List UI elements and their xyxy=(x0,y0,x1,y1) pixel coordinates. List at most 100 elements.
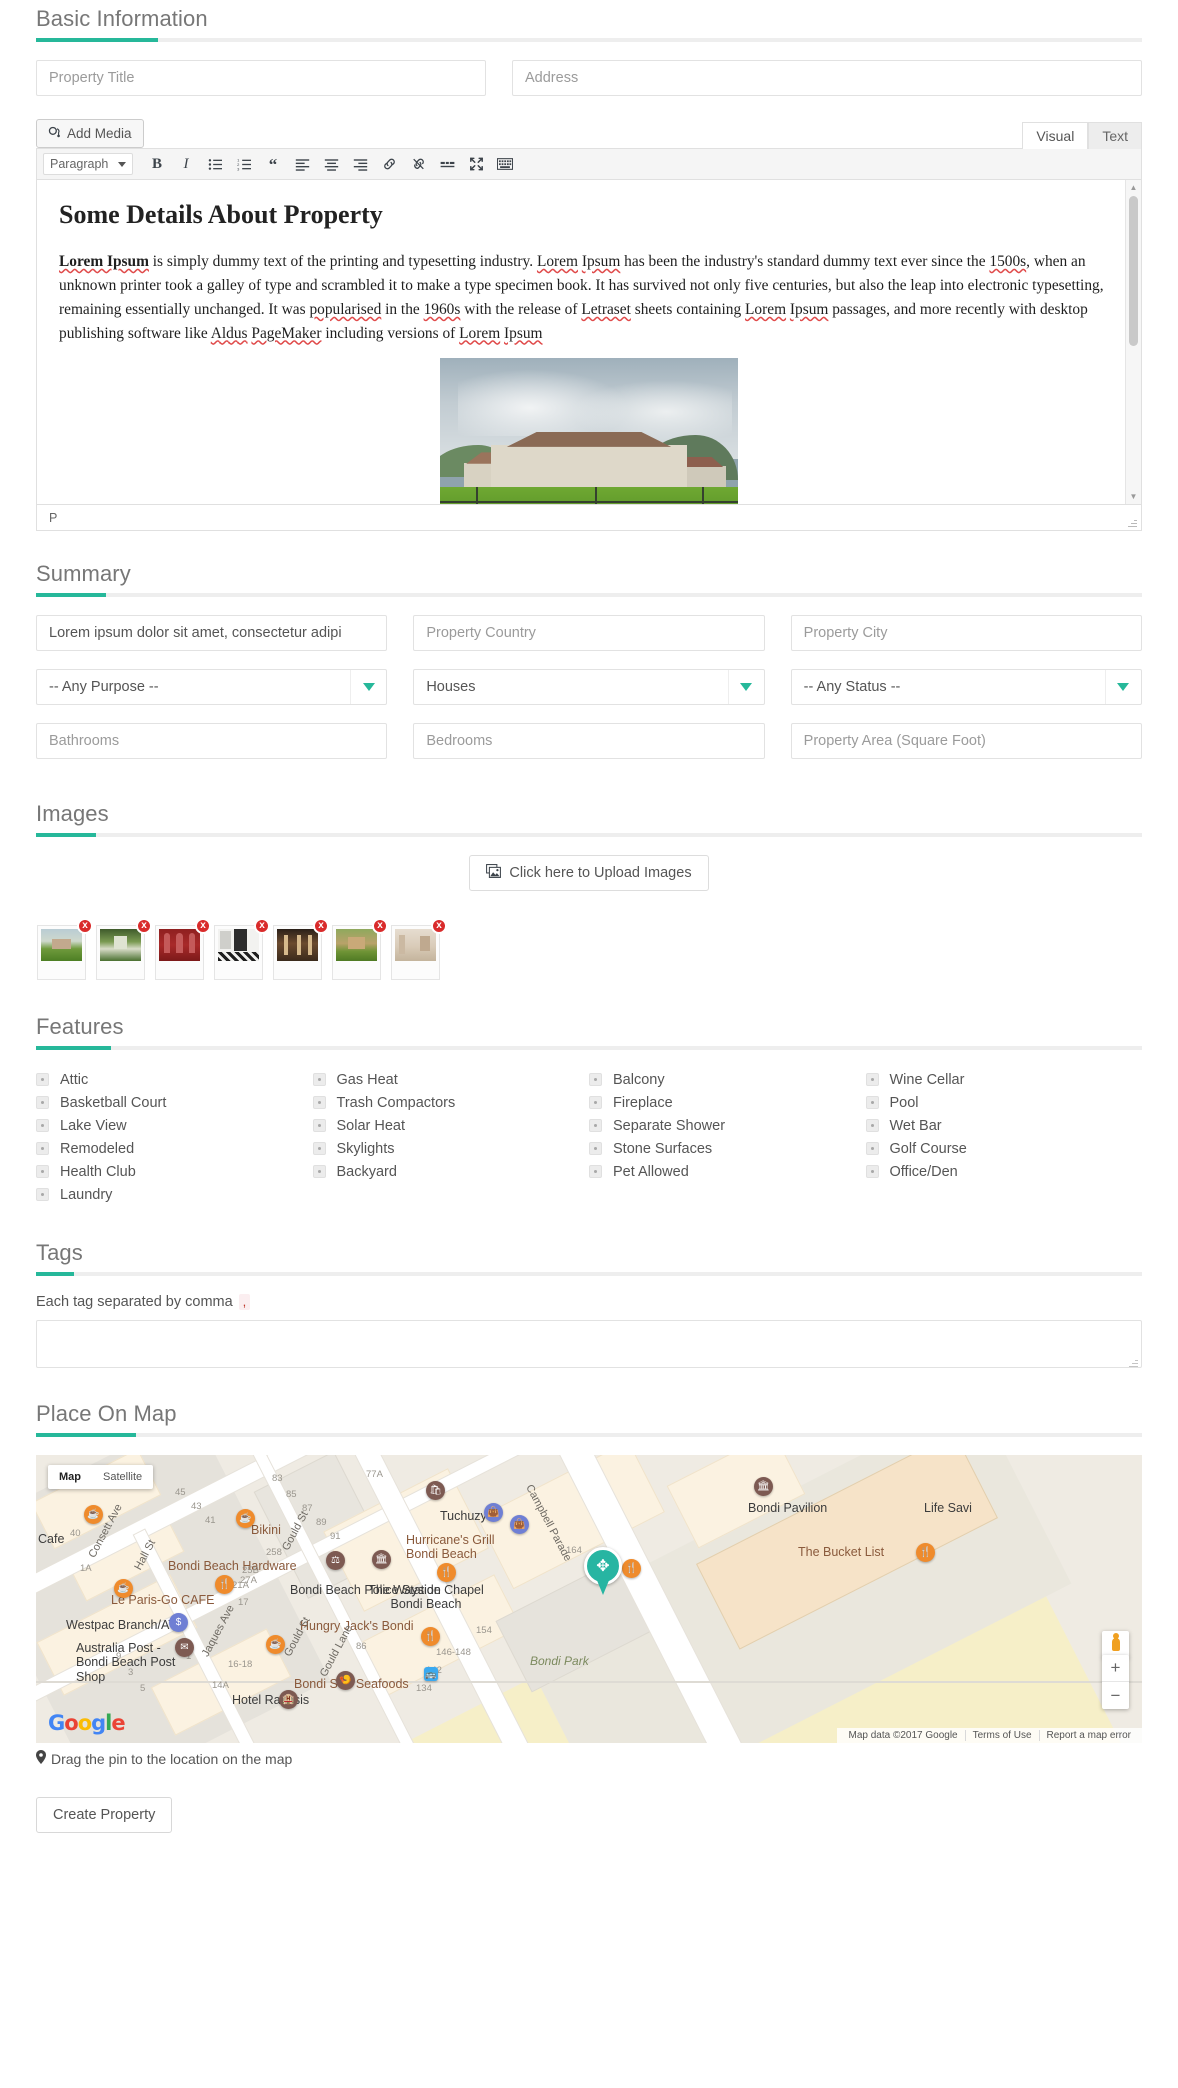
bus-stop-icon[interactable]: 🚌 xyxy=(424,1667,438,1681)
purpose-select[interactable]: -- Any Purpose -- xyxy=(36,669,388,705)
street-view-pegman[interactable] xyxy=(1102,1631,1129,1658)
hotel-poi-icon[interactable]: 🏨 xyxy=(279,1690,298,1709)
upload-images-button[interactable]: Click here to Upload Images xyxy=(469,855,709,891)
image-thumbnail[interactable]: x xyxy=(37,918,93,980)
feature-item[interactable]: Basketball Court xyxy=(36,1091,313,1114)
police-poi-icon[interactable]: ⚖ xyxy=(326,1551,345,1570)
bold-icon[interactable]: B xyxy=(145,152,169,176)
feature-checkbox[interactable] xyxy=(36,1073,49,1086)
image-thumbnail[interactable]: x xyxy=(214,918,270,980)
feature-item[interactable]: Gas Heat xyxy=(312,1068,590,1091)
area-input[interactable] xyxy=(790,723,1142,759)
restaurant-poi-icon-4[interactable]: 🍴 xyxy=(421,1627,440,1646)
feature-checkbox[interactable] xyxy=(589,1119,602,1132)
feature-item[interactable]: Remodeled xyxy=(36,1137,313,1160)
image-thumbnail[interactable]: x xyxy=(391,918,447,980)
image-thumbnail[interactable]: x xyxy=(96,918,152,980)
bathrooms-input[interactable] xyxy=(36,723,388,759)
zoom-out-button[interactable]: − xyxy=(1102,1682,1129,1709)
feature-checkbox[interactable] xyxy=(865,1119,879,1132)
restaurant-poi-icon-5[interactable]: 🍴 xyxy=(916,1543,935,1562)
scroll-down-icon[interactable]: ▼ xyxy=(1126,489,1141,504)
numbered-list-icon[interactable]: 123 xyxy=(232,152,256,176)
description-input[interactable] xyxy=(36,615,388,651)
align-center-icon[interactable] xyxy=(319,152,343,176)
report-map-error-link[interactable]: Report a map error xyxy=(1038,1730,1138,1741)
feature-item[interactable]: Stone Surfaces xyxy=(589,1137,866,1160)
tags-textarea[interactable] xyxy=(36,1320,1142,1368)
feature-item[interactable]: Separate Shower xyxy=(589,1114,866,1137)
feature-item[interactable]: Attic xyxy=(36,1068,313,1091)
bag-poi-icon[interactable]: 👜 xyxy=(484,1503,503,1522)
cafe-poi-icon[interactable]: ☕ xyxy=(84,1505,103,1524)
bag-poi-icon-2[interactable]: 👜 xyxy=(510,1515,529,1534)
feature-item[interactable]: Wine Cellar xyxy=(865,1068,1143,1091)
image-thumbnail[interactable]: x xyxy=(273,918,329,980)
editor-scrollbar[interactable]: ▲ ▼ xyxy=(1125,180,1141,504)
bedrooms-input[interactable] xyxy=(413,723,765,759)
feature-checkbox[interactable] xyxy=(589,1142,602,1155)
feature-item[interactable]: Laundry xyxy=(36,1183,313,1206)
bank-poi-icon[interactable]: $ xyxy=(169,1613,188,1632)
remove-image-icon[interactable]: x xyxy=(254,918,270,934)
feature-item[interactable]: Solar Heat xyxy=(312,1114,590,1137)
feature-checkbox[interactable] xyxy=(589,1096,602,1109)
status-select[interactable]: -- Any Status -- xyxy=(790,669,1142,705)
feature-checkbox[interactable] xyxy=(36,1188,49,1201)
remove-image-icon[interactable]: x xyxy=(195,918,211,934)
feature-checkbox[interactable] xyxy=(36,1096,49,1109)
property-title-input[interactable] xyxy=(36,60,486,96)
feature-item[interactable]: Golf Course xyxy=(865,1137,1143,1160)
feature-item[interactable]: Pool xyxy=(865,1091,1143,1114)
address-input[interactable] xyxy=(512,60,1142,96)
feature-item[interactable]: Backyard xyxy=(312,1160,590,1183)
feature-checkbox[interactable] xyxy=(865,1165,879,1178)
feature-item[interactable]: Office/Den xyxy=(865,1160,1143,1183)
scrollbar-thumb[interactable] xyxy=(1129,196,1138,346)
feature-item[interactable]: Fireplace xyxy=(589,1091,866,1114)
location-map[interactable]: Map Satellite Bikini Cafe Bondi Beach Ha… xyxy=(36,1455,1142,1743)
feature-checkbox[interactable] xyxy=(865,1142,879,1155)
feature-checkbox[interactable] xyxy=(865,1096,879,1109)
toolbar-toggle-icon[interactable] xyxy=(493,152,517,176)
feature-checkbox[interactable] xyxy=(865,1073,879,1086)
insert-link-icon[interactable] xyxy=(377,152,401,176)
feature-item[interactable]: Balcony xyxy=(589,1068,866,1091)
remove-image-icon[interactable]: x xyxy=(313,918,329,934)
feature-checkbox[interactable] xyxy=(312,1096,326,1109)
feature-checkbox[interactable] xyxy=(589,1165,602,1178)
bulleted-list-icon[interactable] xyxy=(203,152,227,176)
feature-checkbox[interactable] xyxy=(36,1142,49,1155)
feature-checkbox[interactable] xyxy=(36,1165,49,1178)
feature-checkbox[interactable] xyxy=(312,1165,326,1178)
remove-image-icon[interactable]: x xyxy=(136,918,152,934)
country-input[interactable] xyxy=(413,615,765,651)
read-more-icon[interactable] xyxy=(435,152,459,176)
image-thumbnail[interactable]: x xyxy=(155,918,211,980)
zoom-in-button[interactable]: + xyxy=(1102,1655,1129,1682)
feature-item[interactable]: Lake View xyxy=(36,1114,313,1137)
feature-checkbox[interactable] xyxy=(36,1119,49,1132)
feature-item[interactable]: Skylights xyxy=(312,1137,590,1160)
chapel-poi-icon[interactable]: 🏛 xyxy=(372,1550,391,1569)
feature-item[interactable]: Wet Bar xyxy=(865,1114,1143,1137)
italic-icon[interactable]: I xyxy=(174,152,198,176)
tab-visual[interactable]: Visual xyxy=(1022,122,1089,149)
shop-poi-icon[interactable]: 🛍 xyxy=(426,1481,445,1500)
map-type-map[interactable]: Map xyxy=(48,1465,92,1489)
editor-resize-handle[interactable] xyxy=(1128,518,1137,527)
remove-link-icon[interactable] xyxy=(406,152,430,176)
cafe-poi-icon-2[interactable]: ☕ xyxy=(236,1509,255,1528)
remove-image-icon[interactable]: x xyxy=(77,918,93,934)
feature-checkbox[interactable] xyxy=(312,1073,326,1086)
pavilion-poi-icon[interactable]: 🏛 xyxy=(754,1477,773,1496)
create-property-button[interactable]: Create Property xyxy=(36,1797,173,1833)
feature-item[interactable]: Pet Allowed xyxy=(589,1160,866,1183)
feature-checkbox[interactable] xyxy=(589,1073,602,1086)
restaurant-poi-icon-2[interactable]: 🍴 xyxy=(437,1563,456,1582)
align-left-icon[interactable] xyxy=(290,152,314,176)
remove-image-icon[interactable]: x xyxy=(431,918,447,934)
remove-image-icon[interactable]: x xyxy=(372,918,388,934)
blockquote-icon[interactable]: “ xyxy=(261,152,285,176)
map-location-pin[interactable]: ✥ xyxy=(584,1547,622,1595)
